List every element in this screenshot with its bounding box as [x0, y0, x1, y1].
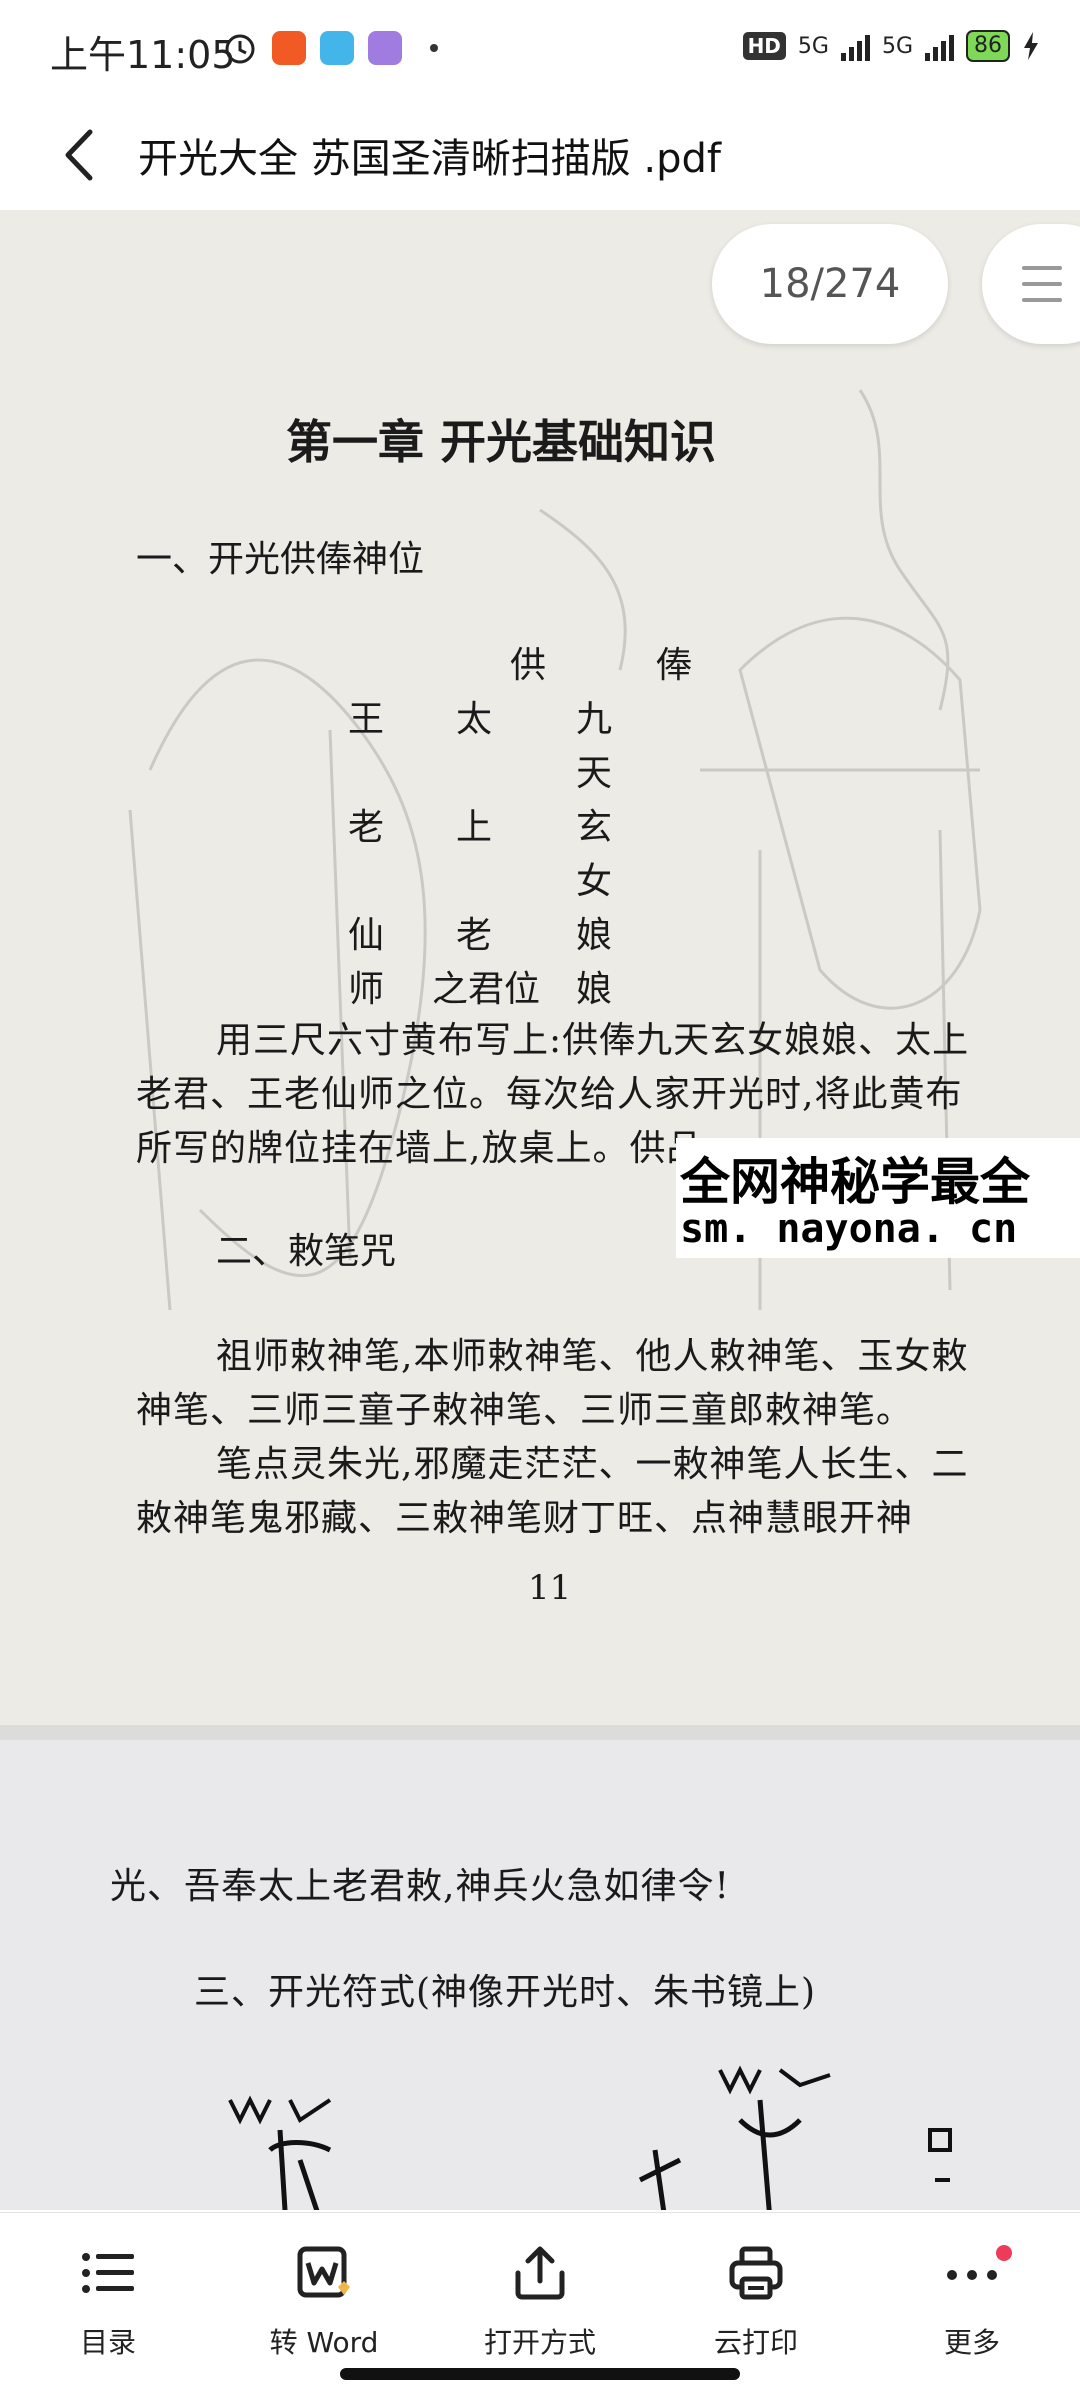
share-icon: [510, 2243, 570, 2303]
section-heading-2: 二、敕笔咒: [216, 1231, 397, 1272]
more-label: 更多: [943, 2326, 1000, 2359]
section-heading-3: 三、开光符式(神像开光时、朱书镜上): [194, 1972, 817, 2013]
purple-app-icon: [368, 31, 402, 65]
watermark-line-1: 全网神秘学最全: [680, 1153, 1030, 1211]
menu-icon: [1022, 266, 1062, 270]
notification-dot: [996, 2245, 1012, 2261]
back-button[interactable]: [52, 122, 112, 188]
printer-icon: [726, 2243, 786, 2303]
offering-header: 供 俸: [510, 636, 692, 688]
offering-row: 老 上 玄: [348, 798, 612, 850]
page-indicator[interactable]: 18/274: [712, 224, 948, 344]
status-right: HD 5G 5G 86: [742, 30, 1040, 62]
talisman-drawing: [228, 2065, 952, 2210]
signal-icon-2: [925, 31, 954, 61]
catalog-label: 目录: [79, 2326, 136, 2359]
status-time: 上午11:05: [50, 33, 236, 77]
network-label-1: 5G: [797, 33, 829, 59]
pdf-page: 光、吾奉太上老君敕,神兵火急如律令! 三、开光符式(神像开光时、朱书镜上): [0, 1740, 1080, 2210]
offering-cell: 玄: [576, 807, 613, 848]
convert-word-label: 转 Word: [269, 2326, 379, 2359]
offering-cell: 王: [348, 699, 385, 740]
offering-cell: 之君位: [432, 969, 541, 1010]
battery-level: 86: [974, 33, 1002, 58]
offering-row: 师 之君位 娘: [348, 960, 612, 1012]
offering-cell: 仙: [348, 915, 385, 956]
page2-line-1: 光、吾奉太上老君敕,神兵火急如律令!: [110, 1866, 730, 1907]
menu-icon: [1022, 282, 1062, 286]
offering-row: 仙 老 娘: [348, 906, 612, 958]
title-bar: 开光大全 苏国圣清晰扫描版 .pdf: [0, 100, 1080, 210]
more-notifications-dot: [430, 44, 438, 52]
battery-icon: 86: [966, 30, 1010, 62]
offering-cell: 九: [576, 699, 613, 740]
hd-badge: HD: [742, 32, 786, 60]
status-bar: 上午11:05 HD 5G 5G 86: [0, 0, 1080, 100]
offering-cell: 师: [348, 969, 385, 1010]
pdf-viewer[interactable]: 第一章 开光基础知识 一、开光供俸神位 供 俸 王 太 九 天 老 上 玄 女 …: [0, 210, 1080, 2210]
home-indicator[interactable]: [340, 2368, 740, 2380]
more-button[interactable]: 更多: [882, 2231, 1062, 2381]
cloud-print-label: 云打印: [713, 2326, 798, 2359]
offering-cell: 老: [348, 807, 385, 848]
page-number: 11: [528, 1568, 572, 1608]
convert-word-button[interactable]: 转 Word: [234, 2231, 414, 2381]
chevron-left-icon: [65, 129, 93, 181]
watermark-overlay: 全网神秘学最全 sm. nayona. cn: [676, 1138, 1080, 1258]
document-title: 开光大全 苏国圣清晰扫描版 .pdf: [138, 136, 722, 182]
offering-cell: 太: [456, 699, 493, 740]
word-convert-icon: [294, 2243, 354, 2303]
menu-icon: [1022, 298, 1062, 302]
pdf-page: 第一章 开光基础知识 一、开光供俸神位 供 俸 王 太 九 天 老 上 玄 女 …: [0, 210, 1080, 1725]
offering-row: 王 太 九: [348, 690, 612, 742]
offering-cell: 上: [456, 807, 493, 848]
list-icon: [78, 2243, 138, 2303]
offering-cell: 天: [576, 753, 613, 794]
browser-app-icon: [320, 31, 354, 65]
chapter-title: 第一章 开光基础知识: [286, 415, 717, 469]
paragraph-2: 祖师敕神笔,本师敕神笔、他人敕神笔、玉女敕神笔、三师三童子敕神笔、三师三童郎敕神…: [136, 1336, 969, 1431]
offering-cell: 娘: [576, 915, 613, 956]
charging-icon: [1024, 32, 1038, 60]
catalog-button[interactable]: 目录: [18, 2231, 198, 2381]
open-with-button[interactable]: 打开方式: [450, 2231, 630, 2381]
signal-icon: [840, 31, 870, 61]
more-icon: [942, 2243, 1012, 2303]
status-notification-icons: [222, 30, 438, 66]
offering-cell: 女: [576, 861, 613, 902]
cloud-print-button[interactable]: 云打印: [666, 2231, 846, 2381]
open-with-label: 打开方式: [483, 2326, 596, 2359]
alarm-icon: [225, 34, 255, 64]
offering-cell: 娘: [576, 969, 613, 1010]
offering-cell: 老: [456, 915, 493, 956]
offering-header-char: 供: [510, 645, 547, 686]
paragraph-3: 笔点灵朱光,邪魔走茫茫、一敕神笔人长生、二敕神笔鬼邪藏、三敕神笔财丁旺、点神慧眼…: [136, 1444, 969, 1539]
network-label-2: 5G: [881, 33, 913, 59]
section-heading-1: 一、开光供俸神位: [136, 539, 425, 580]
watermark-line-2: sm. nayona. cn: [680, 1206, 1018, 1252]
mi-app-icon: [272, 31, 306, 65]
offering-header-char: 俸: [656, 645, 693, 686]
